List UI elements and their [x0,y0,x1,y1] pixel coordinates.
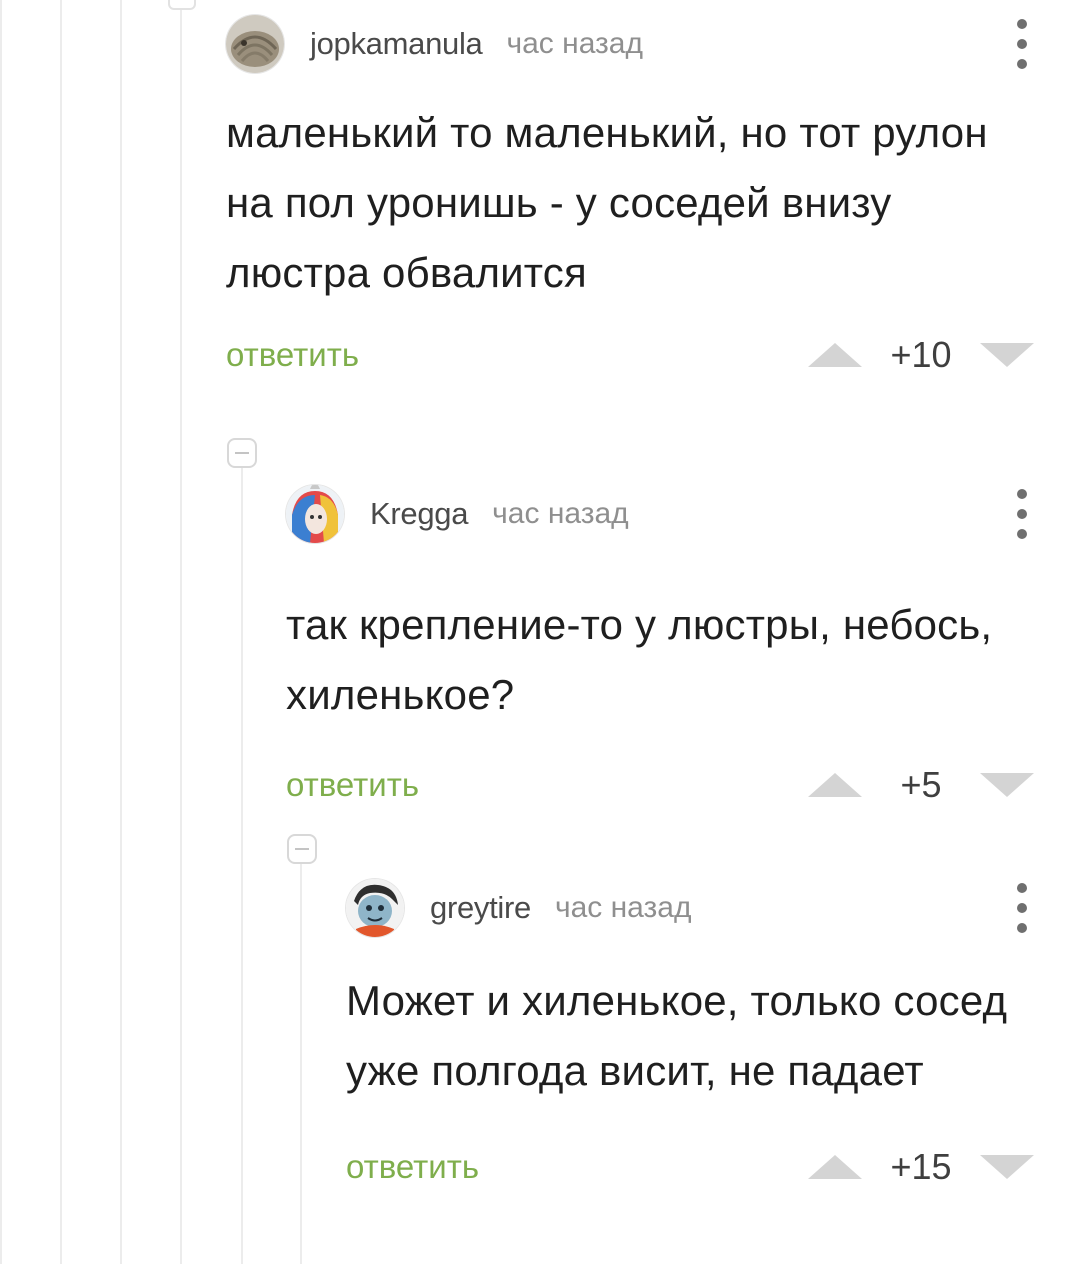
comment-score: +5 [900,764,942,805]
comment-text: маленький то маленький, но тот рулон на … [226,109,988,296]
comment-header: greytire час назад [346,876,1034,940]
minus-icon [295,848,309,850]
vote-controls: +15 [808,1142,1034,1192]
thread-line [241,468,243,1264]
comment-text: так крепление-то у люстры, небось, хилен… [286,601,993,718]
comment-header: Kregga час назад [286,482,1034,546]
reply-button[interactable]: ответить [346,1148,479,1186]
timestamp: час назад [554,891,692,924]
comment-actions: ответить +5 [286,760,1034,810]
reply-button[interactable]: ответить [226,336,359,374]
comment: jopkamanula час назад маленький то мален… [226,12,1034,380]
comment-actions: ответить +10 [226,330,1034,380]
timestamp: час назад [506,27,643,60]
downvote-arrow-icon[interactable] [980,773,1034,797]
more-options-icon[interactable] [1010,487,1034,541]
collapse-thread-button[interactable] [227,438,257,468]
pangolin-avatar-icon[interactable] [226,15,284,73]
more-options-icon[interactable] [1010,17,1034,71]
cartoon-face-avatar-icon[interactable] [346,879,404,937]
thread-line [0,0,2,1264]
upvote-arrow-icon[interactable] [808,773,862,797]
minus-icon [235,452,249,454]
collapse-toggle[interactable] [168,0,196,10]
vote-controls: +5 [808,760,1034,810]
timestamp: час назад [492,497,629,530]
comment: greytire час назад Может и хиленькое, то… [346,876,1034,1192]
username[interactable]: jopkamanula [310,26,483,62]
comment-score: +15 [890,1146,952,1187]
thread-line [300,864,302,1264]
collapse-thread-button[interactable] [287,834,317,864]
comment-score: +10 [890,334,952,375]
anime-character-avatar-icon[interactable] [286,485,344,543]
username[interactable]: greytire [430,890,531,926]
username[interactable]: Kregga [370,496,468,532]
downvote-arrow-icon[interactable] [980,1155,1034,1179]
thread-line [60,0,62,1264]
comment-header: jopkamanula час назад [226,12,1034,76]
vote-controls: +10 [808,330,1034,380]
thread-line [180,0,182,1264]
upvote-arrow-icon[interactable] [808,343,862,367]
thread-line [120,0,122,1264]
comment-thread: jopkamanula час назад маленький то мален… [0,0,1080,1264]
more-options-icon[interactable] [1010,881,1034,935]
comment-actions: ответить +15 [346,1142,1034,1192]
comment-text: Может и хиленькое, только сосед уже полг… [346,977,1008,1094]
downvote-arrow-icon[interactable] [980,343,1034,367]
comment: Kregga час назад так крепление-то у люст… [286,482,1034,810]
upvote-arrow-icon[interactable] [808,1155,862,1179]
reply-button[interactable]: ответить [286,766,419,804]
